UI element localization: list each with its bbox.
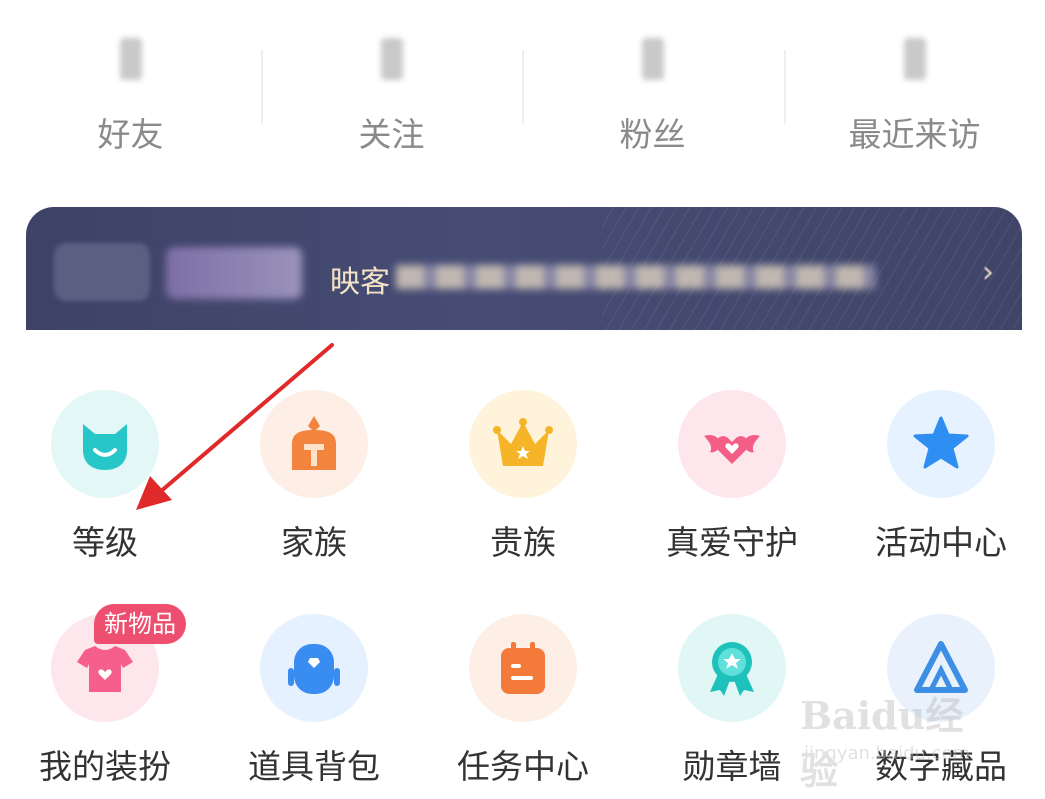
- stat-count-blurred: [903, 38, 926, 80]
- vip-banner-text: 映客: [330, 265, 390, 300]
- medal-icon: [678, 614, 786, 722]
- grid-item-activity-center[interactable]: 活动中心: [836, 390, 1045, 580]
- stat-label: 最近来访: [848, 115, 981, 154]
- stat-label: 粉丝: [619, 115, 686, 154]
- stat-label: 关注: [358, 115, 425, 154]
- social-stats-row: 好友 关注 粉丝 最近来访: [0, 0, 1045, 170]
- vip-cat-logo-icon: [54, 243, 150, 301]
- crown-icon: [469, 390, 577, 498]
- stat-recent-visitors[interactable]: 最近来访: [784, 0, 1045, 170]
- calendar-icon: [469, 614, 577, 722]
- backpack-icon: [260, 614, 368, 722]
- level-cat-icon: [51, 390, 159, 498]
- watermark-sub: jingyan.baidu.com: [804, 743, 971, 764]
- grid-item-nobility[interactable]: 贵族: [418, 390, 628, 580]
- grid-item-true-love-guard[interactable]: 真爱守护: [627, 390, 837, 580]
- grid-item-label: 活动中心: [875, 523, 1007, 562]
- stat-fans[interactable]: 粉丝: [522, 0, 783, 170]
- stat-count-blurred: [380, 38, 403, 80]
- vip-banner-blurred-text: [396, 265, 876, 289]
- grid-item-prop-backpack[interactable]: 道具背包: [209, 614, 419, 799]
- watermark-main: Baidu经验: [800, 693, 964, 793]
- vip-banner[interactable]: 映客 ›: [26, 207, 1022, 330]
- stat-label: 好友: [97, 115, 164, 154]
- stat-count-blurred: [641, 38, 664, 80]
- winged-heart-icon: [678, 390, 786, 498]
- new-item-badge: 新物品: [94, 604, 186, 644]
- vip-badge-icon: [166, 247, 302, 299]
- baidu-watermark: Baidu经验 jingyan.baidu.com: [800, 685, 1000, 793]
- grid-item-level[interactable]: 等级: [0, 390, 210, 580]
- chevron-right-icon[interactable]: ›: [982, 255, 994, 290]
- stat-count-blurred: [119, 38, 142, 80]
- family-helmet-icon: [260, 390, 368, 498]
- stat-friends[interactable]: 好友: [0, 0, 261, 170]
- grid-item-task-center[interactable]: 任务中心: [418, 614, 628, 799]
- grid-item-family[interactable]: 家族: [209, 390, 419, 580]
- star-icon: [887, 390, 995, 498]
- stat-following[interactable]: 关注: [261, 0, 522, 170]
